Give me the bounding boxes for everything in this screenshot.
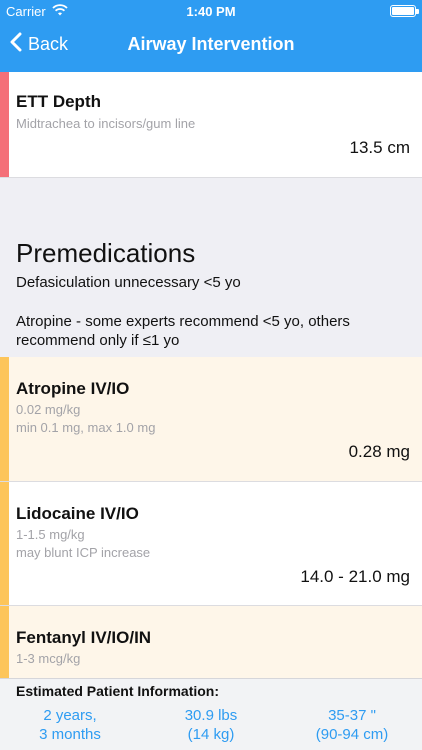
row-subtitle: Midtrachea to incisors/gum line	[16, 116, 196, 131]
patient-height[interactable]: 35-37 " (90-94 cm)	[282, 706, 422, 744]
drug-value: 14.0 - 21.0 mg	[300, 567, 410, 586]
category-color-bar	[0, 482, 9, 605]
drug-title: Lidocaine IV/IO	[16, 504, 139, 523]
status-bar: Carrier 1:40 PM	[0, 0, 422, 22]
nav-bar: Back Airway Intervention	[0, 22, 422, 72]
section-note-line2: recommend only if ≤1 yo	[16, 332, 180, 349]
section-heading: Premedications	[16, 238, 196, 268]
battery-icon	[390, 5, 419, 17]
row-value: 13.5 cm	[349, 138, 410, 157]
drug-row-lidocaine[interactable]: Lidocaine IV/IO 1-1.5 mg/kg may blunt IC…	[0, 482, 422, 606]
page-title: Airway Intervention	[127, 34, 295, 54]
height-line1: 35-37 "	[328, 707, 376, 724]
category-color-bar	[0, 357, 9, 481]
patient-age[interactable]: 2 years, 3 months	[0, 706, 140, 744]
drug-dose: 1-1.5 mg/kg	[16, 527, 85, 542]
drug-note: min 0.1 mg, max 1.0 mg	[16, 420, 156, 435]
weight-line2: (14 kg)	[187, 726, 235, 743]
patient-weight[interactable]: 30.9 lbs (14 kg)	[141, 706, 281, 744]
content-scroll[interactable]: ETT Depth Midtrachea to incisors/gum lin…	[0, 72, 422, 678]
drug-row-atropine[interactable]: Atropine IV/IO 0.02 mg/kg min 0.1 mg, ma…	[0, 357, 422, 482]
age-line2: 3 months	[39, 726, 101, 743]
drug-dose: 0.02 mg/kg	[16, 402, 81, 417]
drug-dose: 1-3 mcg/kg	[16, 651, 81, 666]
drug-note: may blunt ICP increase	[16, 545, 151, 560]
top-bar: Carrier 1:40 PM Back Airway Intervention	[0, 0, 422, 72]
section-note-line1: Atropine - some experts recommend <5 yo,…	[16, 313, 350, 330]
clock: 1:40 PM	[186, 4, 236, 19]
drug-title: Fentanyl IV/IO/IN	[16, 628, 152, 647]
weight-line1: 30.9 lbs	[184, 707, 238, 724]
age-line1: 2 years,	[43, 707, 97, 724]
footer-label: Estimated Patient Information:	[16, 683, 220, 699]
category-color-bar	[0, 72, 9, 177]
section-note: Defasiculation unnecessary <5 yo	[16, 274, 241, 291]
patient-info-footer[interactable]: Estimated Patient Information: 2 years, …	[0, 678, 422, 750]
row-title: ETT Depth	[16, 92, 101, 111]
drug-value: 0.28 mg	[348, 442, 410, 461]
height-line2: (90-94 cm)	[315, 726, 389, 743]
drug-title: Atropine IV/IO	[16, 379, 130, 398]
ett-depth-row[interactable]: ETT Depth Midtrachea to incisors/gum lin…	[0, 72, 422, 178]
category-color-bar	[0, 606, 9, 678]
drug-row-fentanyl[interactable]: Fentanyl IV/IO/IN 1-3 mcg/kg	[0, 606, 422, 678]
